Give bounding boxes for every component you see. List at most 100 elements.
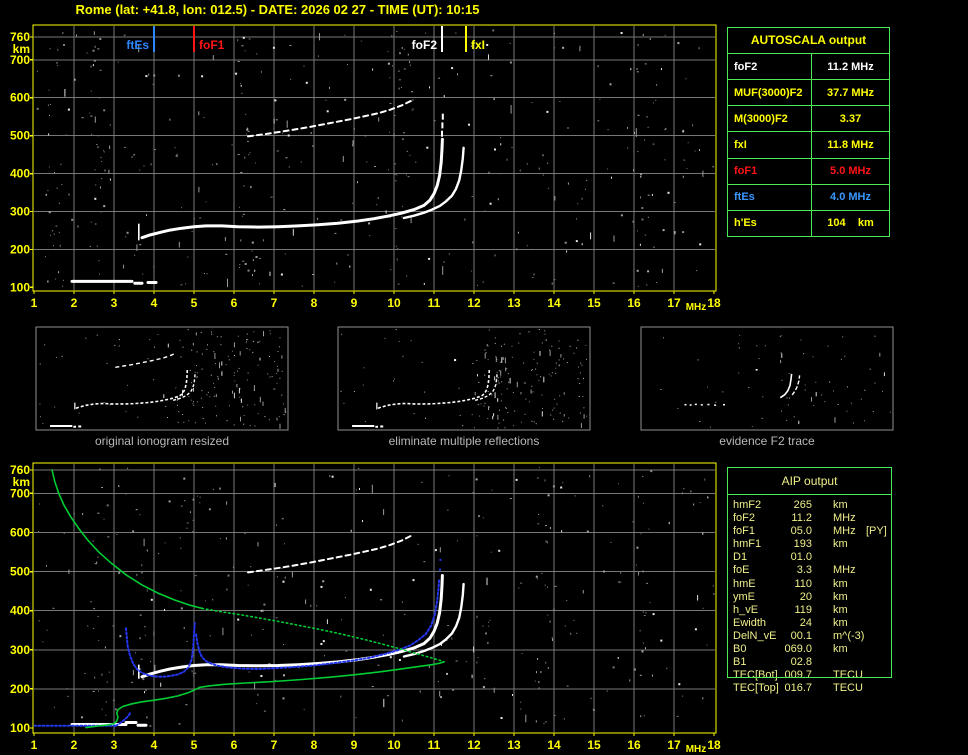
parameter-label: M(3000)F2: [728, 106, 812, 132]
marker-ftEs: ftEs: [126, 26, 155, 52]
svg-text:4: 4: [151, 296, 158, 310]
svg-text:14: 14: [547, 738, 561, 752]
table-row: Ewidth 24 km: [733, 617, 963, 630]
svg-text:5: 5: [191, 738, 198, 752]
parameter-label: ymE: [733, 590, 755, 603]
parameter-value: 5.0 MHz: [830, 165, 871, 178]
panel-caption: eliminate multiple reflections: [388, 434, 540, 448]
svg-text:MHz: MHz: [686, 302, 707, 313]
svg-text:16: 16: [627, 738, 641, 752]
svg-text:3: 3: [111, 296, 118, 310]
parameter-value: 4.0 MHz: [830, 191, 871, 204]
parameter-label: foF1: [733, 525, 756, 538]
parameter-label: h_vE: [733, 603, 759, 616]
parameter-unit: TECU: [833, 669, 863, 682]
table-row: MUF(3000)F2 37.7 MHz: [728, 80, 889, 107]
svg-text:6: 6: [231, 738, 238, 752]
grid-lines: [34, 26, 715, 290]
svg-text:1: 1: [31, 296, 38, 310]
parameter-value: 11.2 MHz: [827, 60, 874, 73]
parameter-unit: km: [833, 577, 848, 590]
parameter-label: D1: [733, 551, 748, 564]
parameter-label: foE: [733, 564, 750, 577]
parameter-value: 05.0: [790, 525, 812, 538]
table-row: fxI 11.8 MHz: [728, 132, 889, 159]
parameter-unit: TECU: [833, 682, 863, 695]
svg-text:7: 7: [271, 296, 278, 310]
parameter-label: foF2: [733, 512, 756, 525]
svg-text:600: 600: [10, 91, 30, 105]
svg-text:foF2: foF2: [412, 38, 438, 52]
parameter-unit: MHz: [833, 512, 856, 525]
parameter-unit: MHz: [833, 525, 856, 538]
svg-text:7: 7: [271, 738, 278, 752]
parameter-value: 193: [793, 538, 812, 551]
bottom-ionogram-chart: 1 2 3 4 5 6 7 8 9 10 11 12 13 14 15 16 17 18MHz1002003004…: [10, 462, 721, 755]
parameter-label: B1: [733, 656, 747, 669]
marker-foF2: foF2: [412, 26, 443, 52]
parameter-label: hmF1: [733, 538, 762, 551]
table-row: hmE 110 km: [733, 578, 963, 591]
svg-text:1: 1: [31, 738, 38, 752]
parameter-value: 02.8: [790, 656, 812, 669]
parameter-value: 11.2: [791, 512, 812, 525]
svg-text:15: 15: [587, 738, 601, 752]
svg-text:600: 600: [10, 526, 30, 540]
parameter-label: foF2: [728, 54, 812, 80]
mini-panel-1: [35, 326, 289, 431]
parameter-value: 016.7: [784, 682, 812, 695]
svg-text:18: 18: [707, 296, 721, 310]
svg-text:3: 3: [111, 738, 118, 752]
parameter-value: 069.0: [784, 643, 812, 656]
svg-text:15: 15: [587, 296, 601, 310]
parameter-unit: km: [833, 616, 848, 629]
svg-text:MHz: MHz: [686, 744, 707, 755]
svg-text:13: 13: [507, 738, 521, 752]
grid-lines: [34, 464, 715, 732]
svg-text:9: 9: [351, 738, 358, 752]
svg-text:ftEs: ftEs: [126, 38, 149, 52]
svg-text:16: 16: [627, 296, 641, 310]
parameter-unit: km: [833, 603, 848, 616]
svg-text:200: 200: [10, 242, 30, 256]
table-row: foF1 05.0 MHz [PY]: [733, 525, 963, 538]
parameter-value: 20: [799, 590, 812, 603]
table-row: foE 3.3 MHz: [733, 564, 963, 577]
parameter-note: [PY]: [866, 525, 887, 538]
svg-text:10: 10: [387, 296, 401, 310]
svg-text:300: 300: [10, 205, 30, 219]
svg-text:17: 17: [667, 738, 681, 752]
parameter-value: 009.7: [784, 669, 812, 682]
parameter-label: hmF2: [733, 499, 762, 511]
table-row: foF1 5.0 MHz: [728, 158, 889, 185]
svg-text:2: 2: [71, 738, 78, 752]
marker-fxI: fxI: [465, 26, 485, 52]
svg-text:12: 12: [467, 738, 481, 752]
svg-text:5: 5: [191, 296, 198, 310]
svg-text:500: 500: [10, 565, 30, 579]
svg-text:fxI: fxI: [471, 38, 485, 52]
parameter-label: B0: [733, 643, 747, 656]
parameter-value: 110: [794, 577, 812, 590]
parameter-label: MUF(3000)F2: [728, 80, 812, 106]
svg-text:12: 12: [467, 296, 481, 310]
svg-text:13: 13: [507, 296, 521, 310]
svg-text:400: 400: [10, 167, 30, 181]
table-row: h_vE 119 km: [733, 604, 963, 617]
parameter-value: 104 km: [827, 217, 874, 230]
svg-text:10: 10: [387, 738, 401, 752]
autoscala-table-header: AUTOSCALA output: [728, 28, 889, 54]
parameter-value: 24: [799, 616, 812, 629]
table-row: TEC[Top] 016.7 TECU: [733, 682, 963, 695]
parameter-label: fxI: [728, 132, 812, 158]
svg-text:200: 200: [10, 682, 30, 696]
parameter-label: foF1: [728, 158, 812, 184]
svg-text:4: 4: [151, 738, 158, 752]
svg-text:14: 14: [547, 296, 561, 310]
svg-text:8: 8: [311, 738, 318, 752]
svg-text:100: 100: [10, 280, 30, 294]
svg-text:400: 400: [10, 604, 30, 618]
axis-labels: 1 2 3 4 5 6 7 8 9 10 11 12 13 14 15 16 17 18MHz1002003004…: [10, 30, 721, 313]
parameter-unit: km: [833, 590, 848, 603]
table-row: foF2 11.2 MHz: [728, 54, 889, 81]
